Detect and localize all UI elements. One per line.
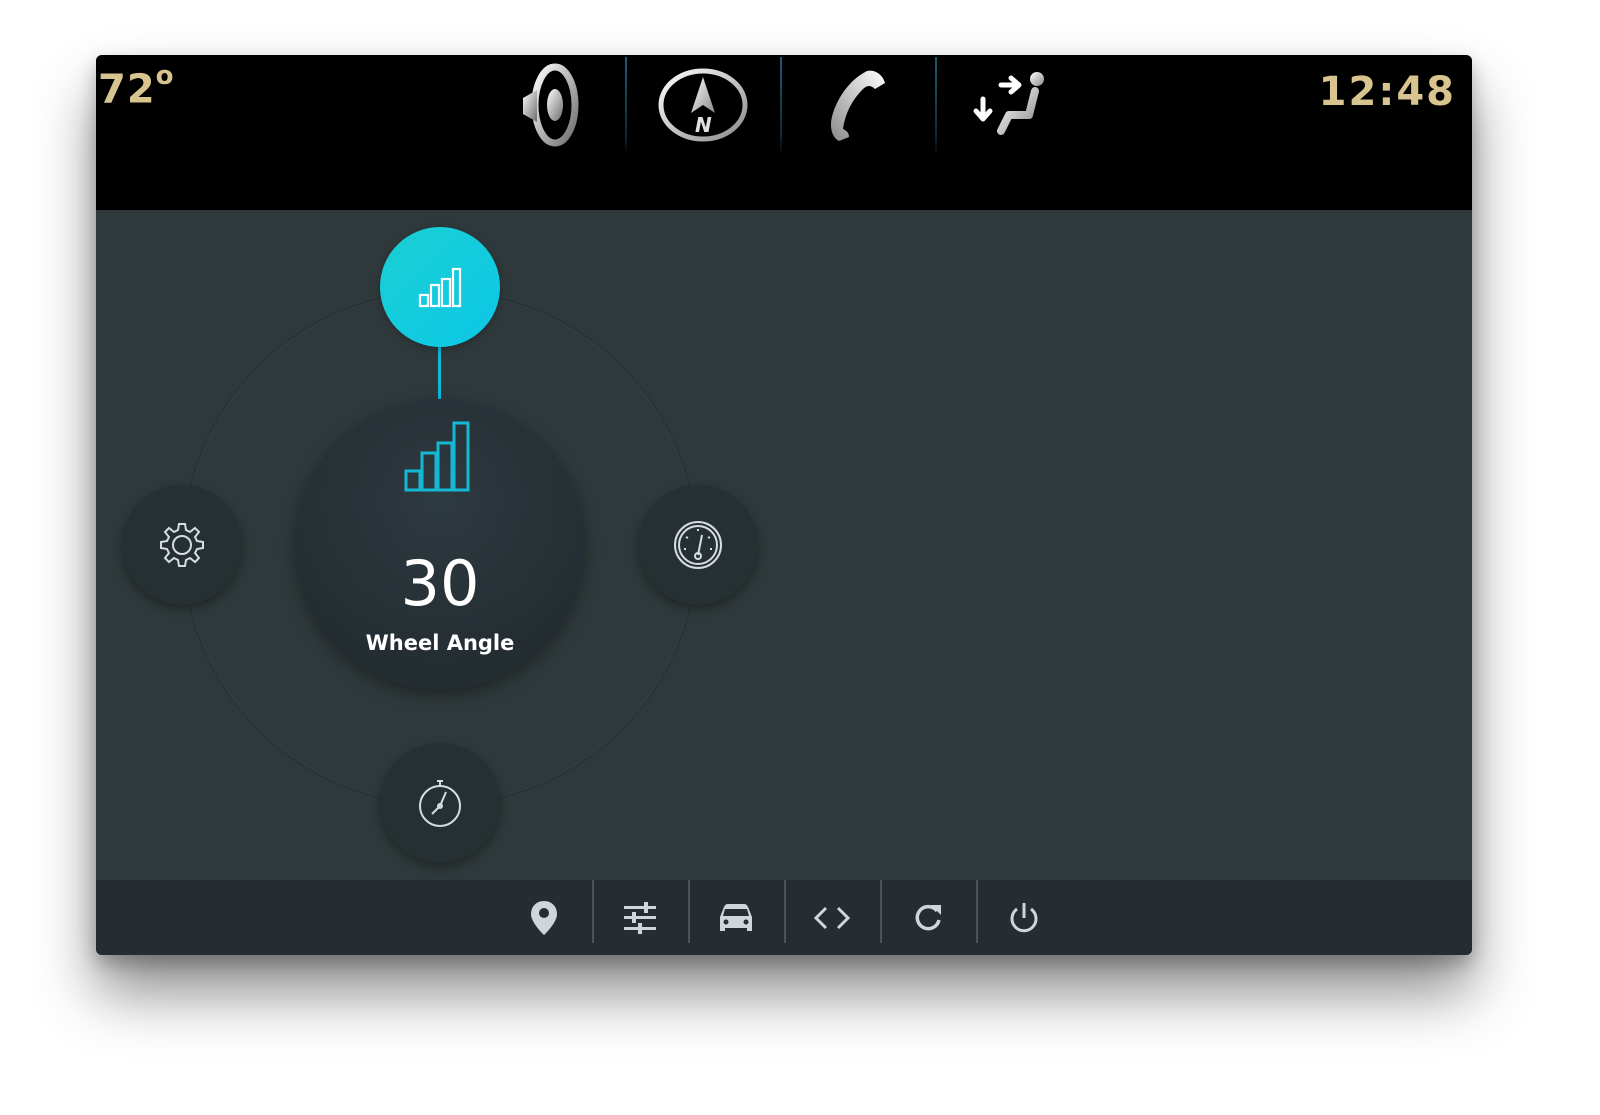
bottom-toolbar: [96, 880, 1472, 955]
compass-north-icon: N: [658, 68, 747, 142]
vehicle-button[interactable]: [688, 880, 784, 955]
stopwatch-icon: [419, 780, 461, 827]
stats-node-button[interactable]: [380, 227, 500, 347]
sliders-icon: [624, 901, 656, 934]
climate-button[interactable]: [935, 55, 1090, 155]
navigation-button[interactable]: N: [625, 55, 780, 155]
speedometer-icon: [674, 521, 722, 569]
seat-airflow-icon: [973, 72, 1044, 135]
bottom-nav: [496, 880, 1072, 955]
audio-button[interactable]: [470, 55, 625, 155]
refresh-button[interactable]: [880, 880, 976, 955]
code-button[interactable]: [784, 880, 880, 955]
speaker-icon: [522, 63, 578, 147]
wheel-angle-label: Wheel Angle: [365, 631, 515, 655]
refresh-icon: [915, 904, 941, 930]
svg-text:N: N: [695, 113, 712, 137]
code-brackets-icon: [813, 906, 851, 929]
infotainment-window: 72o N 12:48 30 Wheel Angle: [96, 55, 1472, 955]
wheel-angle-display: 30 Wheel Angle: [295, 399, 585, 689]
top-status-bar: 72o N 12:48: [96, 55, 1472, 210]
location-button[interactable]: [496, 880, 592, 955]
phone-button[interactable]: [780, 55, 935, 155]
outside-temperature: 72o: [98, 61, 175, 113]
car-icon: [720, 903, 752, 931]
bar-chart-icon: [418, 267, 462, 308]
top-nav: N: [470, 55, 1090, 155]
adjust-button[interactable]: [592, 880, 688, 955]
phone-icon: [830, 70, 885, 141]
clock: 12:48: [1318, 69, 1456, 115]
active-connector: [438, 347, 441, 399]
gauge-node-button[interactable]: [638, 485, 758, 605]
wheel-angle-value: 30: [400, 547, 480, 620]
power-button[interactable]: [976, 880, 1072, 955]
gear-icon: [160, 523, 204, 567]
map-pin-icon: [531, 900, 557, 935]
power-icon: [1010, 902, 1038, 932]
timer-node-button[interactable]: [380, 743, 500, 863]
settings-node-button[interactable]: [122, 485, 242, 605]
bar-chart-icon: [404, 421, 470, 492]
